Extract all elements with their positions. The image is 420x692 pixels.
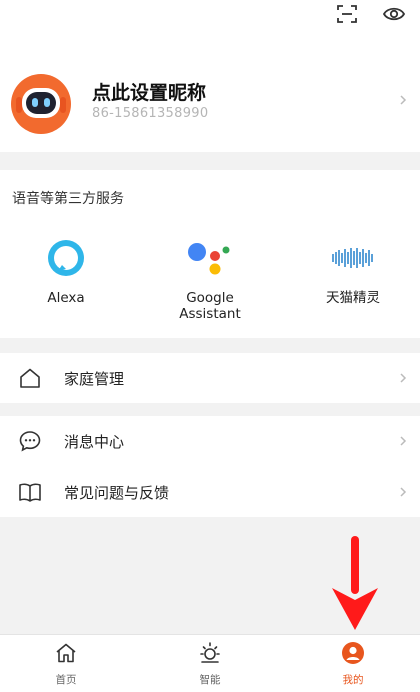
menu-item-label: 消息中心 xyxy=(64,433,125,451)
third-party-services-section: 语音等第三方服务 Alexa Google Assistant 天猫精灵 xyxy=(0,170,420,338)
menu-item-message-center[interactable]: 消息中心 xyxy=(0,416,420,466)
tmall-genie-icon xyxy=(293,233,413,283)
tab-label: 我的 xyxy=(342,674,364,686)
tab-label: 首页 xyxy=(55,674,77,686)
chevron-right-icon xyxy=(400,373,407,383)
tab-mine[interactable]: 我的 xyxy=(293,635,413,692)
home-icon xyxy=(56,643,76,663)
menu-item-label: 常见问题与反馈 xyxy=(64,484,170,502)
service-label: Alexa xyxy=(47,290,85,306)
avatar[interactable] xyxy=(10,73,72,135)
tab-smart[interactable]: 智能 xyxy=(150,635,270,692)
chevron-right-icon[interactable] xyxy=(398,95,408,105)
bottom-navigation: 首页 智能 我的 xyxy=(0,634,420,692)
menu-item-label: 家庭管理 xyxy=(64,370,125,388)
service-google-assistant[interactable]: Google Assistant xyxy=(150,233,270,322)
account-number: 86-15861358990 xyxy=(92,106,209,121)
support-section: 消息中心 常见问题与反馈 xyxy=(0,416,420,517)
service-label: Google Assistant xyxy=(179,290,241,322)
service-label: 天猫精灵 xyxy=(326,290,380,306)
chevron-right-icon xyxy=(400,436,407,446)
profile-header: 点此设置昵称 86-15861358990 xyxy=(0,0,420,152)
chevron-right-icon xyxy=(400,487,407,497)
service-tmall-genie[interactable]: 天猫精灵 xyxy=(293,233,413,306)
tab-label: 智能 xyxy=(199,674,221,686)
home-icon xyxy=(20,368,40,388)
chat-bubble-icon xyxy=(19,431,41,452)
google-assistant-icon xyxy=(150,233,270,283)
home-management-section: 家庭管理 xyxy=(0,353,420,403)
eye-icon[interactable] xyxy=(380,2,408,26)
menu-item-faq-feedback[interactable]: 常见问题与反馈 xyxy=(0,467,420,517)
profile-icon xyxy=(342,642,364,664)
nickname[interactable]: 点此设置昵称 xyxy=(92,78,206,105)
scan-icon[interactable] xyxy=(333,2,361,26)
alexa-icon xyxy=(6,233,126,283)
tab-home[interactable]: 首页 xyxy=(6,635,126,692)
annotation-arrow xyxy=(332,536,378,630)
menu-item-home-management[interactable]: 家庭管理 xyxy=(0,353,420,403)
sun-icon xyxy=(200,642,220,663)
service-alexa[interactable]: Alexa xyxy=(6,233,126,306)
book-icon xyxy=(19,483,41,502)
section-title: 语音等第三方服务 xyxy=(12,191,124,207)
